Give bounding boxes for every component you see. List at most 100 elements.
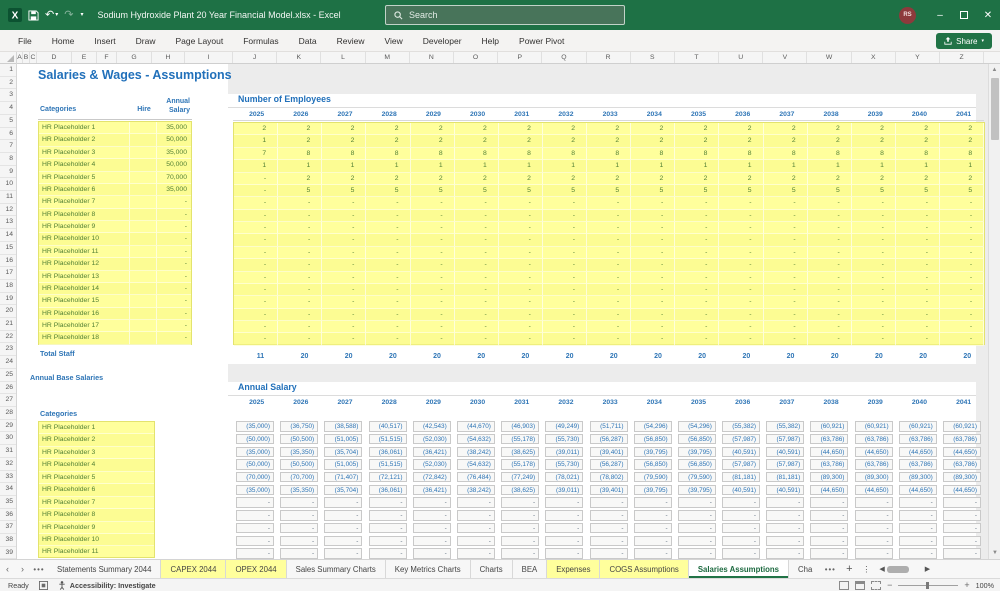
salary-value-cell[interactable]: (54,632)	[456, 433, 495, 445]
employee-count-cell[interactable]: 2	[719, 123, 764, 136]
employee-count-cell[interactable]: -	[234, 222, 279, 235]
staff-name-cell[interactable]: HR Placeholder 5	[39, 171, 130, 184]
salary-value-cell[interactable]: -	[633, 510, 672, 521]
employee-count-cell[interactable]: -	[587, 296, 632, 309]
salary-value-cell[interactable]: (52,030)	[412, 459, 451, 470]
employee-count-cell[interactable]: 1	[719, 160, 764, 173]
row-number-15[interactable]: 15	[0, 242, 16, 255]
base-category-cell[interactable]: HR Placeholder 9	[39, 522, 154, 534]
sheet-tab-cogs-assumptions[interactable]: COGS Assumptions	[600, 560, 689, 578]
employee-count-cell[interactable]: -	[719, 283, 764, 297]
salary-value-cell[interactable]: -	[545, 548, 584, 559]
row-number-36[interactable]: 36	[0, 509, 16, 522]
staff-salary-cell[interactable]: -	[157, 209, 191, 221]
employee-count-cell[interactable]: -	[940, 197, 985, 210]
ribbon-tab-developer[interactable]: Developer	[413, 30, 472, 52]
staff-salary-cell[interactable]: -	[157, 233, 191, 246]
zoom-in-button[interactable]: +	[964, 580, 969, 590]
sheet-tab-key-metrics-charts[interactable]: Key Metrics Charts	[386, 560, 471, 578]
zoom-level[interactable]: 100%	[976, 581, 994, 590]
employee-count-cell[interactable]: 2	[763, 123, 808, 136]
employee-count-cell[interactable]: -	[542, 209, 587, 222]
employee-count-cell[interactable]: -	[719, 246, 764, 260]
row-number-39[interactable]: 39	[0, 547, 16, 559]
year-label[interactable]: 2028	[366, 109, 410, 120]
employee-count-cell[interactable]: 1	[763, 160, 808, 173]
employee-count-cell[interactable]: -	[366, 271, 411, 284]
employee-count-cell[interactable]: -	[410, 296, 455, 309]
row-number-20[interactable]: 20	[0, 305, 16, 319]
employee-count-cell[interactable]: 2	[895, 172, 940, 185]
minimize-button[interactable]: –	[928, 0, 952, 30]
year-label[interactable]: 2037	[763, 397, 807, 409]
employees-total-cell[interactable]: 20	[321, 351, 365, 362]
salary-value-cell[interactable]: -	[324, 522, 363, 534]
employee-count-cell[interactable]: 2	[454, 172, 499, 185]
sheet-tab-statements-summary-2044[interactable]: Statements Summary 2044	[48, 560, 162, 578]
year-label[interactable]: 2040	[896, 109, 940, 120]
base-category-cell[interactable]: HR Placeholder 3	[39, 447, 154, 460]
staff-salary-cell[interactable]: -	[157, 196, 191, 209]
staff-hire-cell[interactable]	[129, 122, 158, 135]
employee-count-cell[interactable]: -	[631, 259, 676, 272]
employee-count-cell[interactable]: -	[587, 209, 632, 222]
employee-count-cell[interactable]: -	[542, 222, 587, 235]
salary-value-cell[interactable]: (57,987)	[766, 459, 805, 470]
year-label[interactable]: 2027	[321, 109, 365, 120]
salary-value-cell[interactable]: (42,543)	[412, 421, 451, 432]
salary-value-cell[interactable]: (72,842)	[412, 471, 451, 483]
employee-count-cell[interactable]: -	[763, 296, 808, 309]
employee-count-cell[interactable]: 1	[631, 160, 676, 173]
row-number-37[interactable]: 37	[0, 521, 16, 535]
employee-count-cell[interactable]: -	[454, 283, 499, 297]
employee-count-cell[interactable]: -	[763, 234, 808, 247]
salary-value-cell[interactable]: -	[456, 522, 495, 534]
employee-count-cell[interactable]: -	[454, 308, 499, 321]
salary-value-cell[interactable]: -	[677, 522, 716, 534]
row-number-32[interactable]: 32	[0, 458, 16, 471]
salary-value-cell[interactable]: (40,591)	[722, 484, 761, 496]
employee-count-cell[interactable]: -	[940, 259, 985, 272]
staff-name-cell[interactable]: HR Placeholder 9	[39, 221, 130, 234]
salary-value-cell[interactable]: (56,287)	[589, 459, 628, 470]
employee-count-cell[interactable]: 2	[940, 135, 985, 148]
staff-salary-cell[interactable]: -	[157, 320, 191, 333]
salary-value-cell[interactable]: (36,061)	[368, 484, 407, 496]
salary-value-cell[interactable]: -	[677, 497, 716, 508]
employee-count-cell[interactable]: -	[587, 259, 632, 272]
employee-count-cell[interactable]: -	[498, 259, 543, 272]
salary-value-cell[interactable]: (89,300)	[943, 471, 981, 483]
salary-value-cell[interactable]: -	[324, 497, 363, 508]
base-category-cell[interactable]: HR Placeholder 7	[39, 497, 154, 510]
employee-count-cell[interactable]: -	[498, 271, 543, 284]
column-header-K[interactable]: K	[277, 52, 322, 63]
column-header-U[interactable]: U	[719, 52, 764, 63]
year-label[interactable]: 2035	[675, 397, 719, 409]
employees-total-cell[interactable]: 20	[719, 351, 763, 362]
column-header-V[interactable]: V	[763, 52, 808, 63]
employee-count-cell[interactable]: -	[587, 333, 632, 346]
salary-value-cell[interactable]: (81,181)	[722, 471, 761, 483]
salary-value-cell[interactable]: -	[810, 548, 849, 559]
row-number-31[interactable]: 31	[0, 445, 16, 458]
salary-value-cell[interactable]: (44,650)	[943, 484, 981, 496]
employee-count-cell[interactable]: -	[498, 333, 543, 346]
salary-value-cell[interactable]: (39,011)	[545, 484, 584, 496]
salary-value-cell[interactable]: (52,030)	[412, 433, 451, 445]
employee-count-cell[interactable]: -	[631, 197, 676, 210]
salary-value-cell[interactable]: (81,181)	[766, 471, 805, 483]
employee-count-cell[interactable]: 1	[410, 160, 455, 173]
employee-count-cell[interactable]: -	[631, 296, 676, 309]
employee-count-cell[interactable]: -	[587, 234, 632, 247]
salary-value-cell[interactable]: (78,802)	[589, 471, 628, 483]
salary-value-cell[interactable]: -	[456, 510, 495, 521]
row-number-2[interactable]: 2	[0, 77, 16, 90]
employee-count-cell[interactable]: -	[940, 246, 985, 260]
salary-value-cell[interactable]: -	[501, 522, 540, 534]
staff-name-cell[interactable]: HR Placeholder 3	[39, 146, 130, 160]
employees-total-cell[interactable]: 20	[277, 351, 321, 362]
employee-count-cell[interactable]: -	[719, 209, 764, 222]
salary-value-cell[interactable]: (36,061)	[368, 446, 407, 458]
scroll-down-arrow[interactable]: ▼	[989, 547, 1000, 559]
employee-count-cell[interactable]: -	[631, 209, 676, 222]
